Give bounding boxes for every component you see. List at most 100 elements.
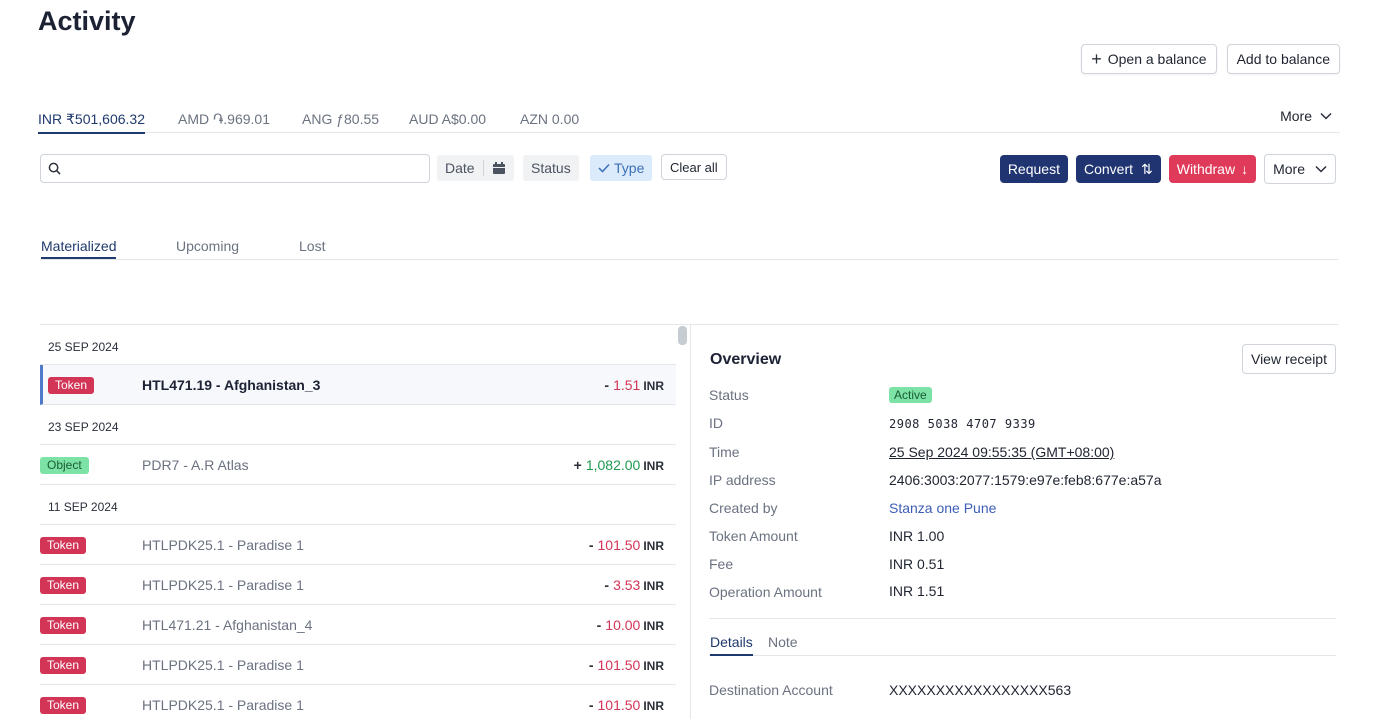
status-badge: Active	[889, 387, 932, 403]
object-badge: Object	[40, 457, 89, 474]
created-by-label: Created by	[709, 500, 778, 516]
amount-currency: INR	[643, 579, 664, 593]
amount-value: 1,082.00	[585, 457, 641, 473]
time-value[interactable]: 25 Sep 2024 09:55:35 (GMT+08:00)	[889, 444, 1114, 460]
transaction-amount: -101.50 INR	[589, 697, 664, 713]
amount-currency: INR	[643, 659, 664, 673]
clear-all-button[interactable]: Clear all	[661, 154, 727, 180]
table-row[interactable]: Object PDR7 - A.R Atlas +1,082.00 INR	[40, 445, 676, 485]
table-row[interactable]: Token HTL471.21 - Afghanistan_4 -10.00 IN…	[40, 605, 676, 645]
transaction-description: HTLPDK25.1 - Paradise 1	[142, 697, 304, 713]
check-icon	[598, 163, 610, 173]
currency-tab-azn[interactable]: AZN 0.00	[520, 111, 579, 127]
created-by-link[interactable]: Stanza one Pune	[889, 500, 996, 516]
chevron-down-icon	[1315, 165, 1327, 173]
search-input[interactable]	[67, 155, 429, 182]
amount-currency: INR	[643, 619, 664, 633]
currency-tab-amd[interactable]: AMD ֏.969.01	[178, 111, 270, 128]
tab-details[interactable]: Details	[710, 634, 753, 656]
plus-icon: +	[1091, 49, 1102, 69]
top-actions: + Open a balance Add to balance	[1081, 44, 1340, 74]
tab-materialized[interactable]: Materialized	[41, 238, 117, 259]
time-label: Time	[709, 444, 740, 460]
convert-button[interactable]: Convert ⇅	[1075, 155, 1161, 183]
amount-sign: -	[588, 697, 594, 713]
transaction-description: PDR7 - A.R Atlas	[142, 457, 249, 473]
amount-value: 101.50	[597, 697, 641, 713]
overview-title: Overview	[710, 351, 782, 368]
token-amount-label: Token Amount	[709, 528, 798, 544]
primary-actions: Request Convert ⇅ Withdraw ↓ More	[999, 154, 1336, 184]
fee-value: INR 0.51	[889, 556, 945, 572]
currency-tab-inr[interactable]: INR ₹501,606.32	[38, 111, 145, 134]
table-row[interactable]: Token HTLPDK25.1 - Paradise 1 -101.50 INR	[40, 645, 676, 685]
tab-lost[interactable]: Lost	[299, 238, 325, 254]
operation-amount-label: Operation Amount	[709, 584, 822, 600]
amount-value: 3.53	[613, 577, 641, 593]
destination-account-value: XXXXXXXXXXXXXXXXX563	[889, 682, 1072, 698]
currency-tab-aud[interactable]: AUD A$0.00	[409, 111, 486, 127]
search-icon	[48, 162, 61, 175]
date-group-header: 11 SEP 2024	[40, 485, 676, 525]
token-badge: Token	[40, 537, 87, 554]
list-scrollbar[interactable]	[678, 326, 687, 345]
token-badge: Token	[40, 617, 87, 634]
tab-note[interactable]: Note	[768, 634, 798, 650]
more-actions-dropdown[interactable]: More	[1264, 154, 1336, 184]
table-row[interactable]: Token HTLPDK25.1 - Paradise 1 -101.50 INR	[40, 525, 676, 565]
more-actions-label: More	[1273, 161, 1305, 177]
amount-currency: INR	[643, 459, 664, 473]
token-badge: Token	[40, 577, 87, 594]
chevron-down-icon	[1320, 112, 1332, 120]
amount-currency: INR	[643, 539, 664, 553]
transaction-amount: -101.50 INR	[589, 537, 664, 553]
id-label: ID	[709, 415, 723, 431]
status-tabs: Materialized Upcoming Lost	[40, 236, 1338, 260]
panel-divider	[690, 325, 691, 719]
fee-label: Fee	[709, 556, 734, 572]
token-badge: Token	[40, 657, 87, 674]
transaction-description: HTLPDK25.1 - Paradise 1	[142, 577, 304, 593]
token-amount-value: INR 1.00	[889, 528, 945, 544]
date-filter-label: Date	[445, 160, 475, 176]
currency-tabs: INR ₹501,606.32 AMD ֏.969.01 ANG ƒ80.55 …	[38, 104, 1340, 134]
withdraw-button[interactable]: Withdraw ↓	[1168, 155, 1257, 183]
status-label: Status	[709, 387, 749, 403]
view-receipt-button[interactable]: View receipt	[1241, 344, 1336, 374]
ip-address-label: IP address	[709, 472, 776, 488]
type-filter[interactable]: Type	[590, 155, 653, 181]
currency-more-dropdown[interactable]: More	[1280, 108, 1332, 124]
divider	[482, 160, 484, 176]
convert-label: Convert	[1083, 161, 1133, 177]
amount-sign: -	[596, 617, 602, 633]
transaction-description: HTLPDK25.1 - Paradise 1	[142, 537, 304, 553]
add-to-balance-button[interactable]: Add to balance	[1226, 44, 1340, 74]
swap-arrows-icon: ⇅	[1141, 160, 1153, 177]
date-group-header: 23 SEP 2024	[40, 405, 676, 445]
destination-account-label: Destination Account	[709, 682, 833, 698]
date-group-header: 25 SEP 2024	[40, 325, 676, 365]
amount-value: 101.50	[597, 537, 641, 553]
table-row[interactable]: Token HTL471.19 - Afghanistan_3 -1.51 INR	[40, 365, 676, 405]
detail-tabs: Details Note	[709, 618, 1336, 656]
open-balance-button[interactable]: + Open a balance	[1081, 44, 1217, 74]
arrow-down-icon: ↓	[1241, 161, 1249, 177]
transaction-amount: -3.53 INR	[604, 577, 664, 593]
amount-sign: -	[588, 657, 594, 673]
operation-amount-value: INR 1.51	[889, 583, 945, 599]
request-button[interactable]: Request	[999, 155, 1068, 183]
currency-tab-ang[interactable]: ANG ƒ80.55	[302, 111, 379, 127]
date-filter[interactable]: Date	[437, 155, 514, 181]
transaction-description: HTL471.21 - Afghanistan_4	[142, 617, 313, 633]
tab-upcoming[interactable]: Upcoming	[176, 238, 239, 254]
amount-sign: -	[588, 537, 594, 553]
table-row[interactable]: Token HTLPDK25.1 - Paradise 1 -3.53 INR	[40, 565, 676, 605]
status-filter-label: Status	[531, 160, 571, 176]
status-filter[interactable]: Status	[523, 155, 579, 181]
withdraw-label: Withdraw	[1176, 161, 1236, 177]
calendar-icon	[492, 161, 505, 174]
token-badge: Token	[48, 377, 95, 394]
table-row[interactable]: Token HTLPDK25.1 - Paradise 1 -101.50 INR	[40, 685, 676, 719]
amount-value: 1.51	[613, 377, 641, 393]
id-value: 2908 5038 4707 9339	[889, 417, 1036, 431]
